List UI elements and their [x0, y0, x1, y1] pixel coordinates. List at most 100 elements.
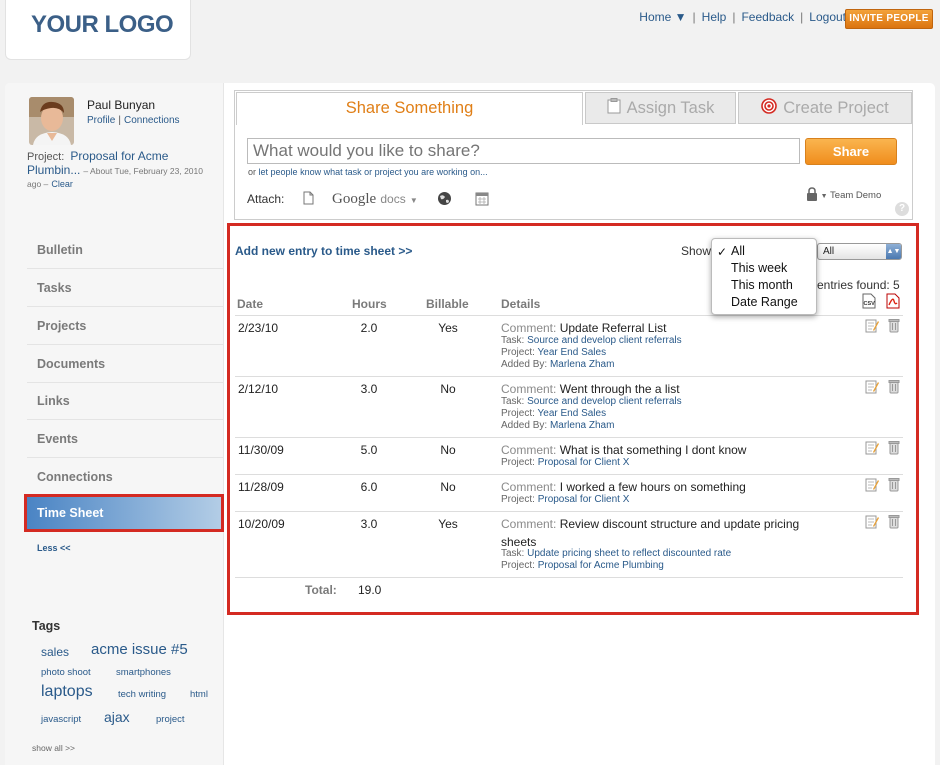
comment-text: Review discount structure and update pri… [559, 517, 800, 531]
sidebar-item-tasks[interactable]: Tasks [27, 270, 223, 307]
trash-icon[interactable] [888, 319, 900, 337]
edit-icon[interactable] [865, 478, 879, 496]
project-link[interactable]: Year End Sales [538, 408, 607, 419]
nav-help[interactable]: Help [702, 10, 727, 24]
tag-sales[interactable]: sales [41, 645, 69, 659]
nav-logout[interactable]: Logout [809, 10, 846, 24]
google-docs-button[interactable]: Google docs ▼ [332, 190, 418, 208]
task-label: Task: [501, 548, 525, 559]
sidebar-item-connections[interactable]: Connections [27, 459, 223, 496]
tab-create-project-label: Create Project [783, 99, 889, 117]
globe-icon[interactable] [437, 191, 452, 211]
row-hours: 3.0 [360, 517, 378, 531]
add-entry-link[interactable]: Add new entry to time sheet >> [235, 244, 412, 258]
trash-icon[interactable] [888, 478, 900, 496]
tag-laptops[interactable]: laptops [41, 683, 93, 701]
sidebar-item-time-sheet[interactable]: Time Sheet [27, 497, 221, 529]
project-link[interactable]: Proposal for Client X [538, 494, 630, 505]
dropdown-option-this-month[interactable]: This month [731, 278, 793, 292]
col-date[interactable]: Date [237, 297, 263, 311]
share-input[interactable] [247, 138, 800, 164]
help-icon[interactable]: ? [895, 202, 909, 216]
edit-icon[interactable] [865, 441, 879, 459]
calendar-icon[interactable] [475, 191, 489, 211]
sidebar-item-documents[interactable]: Documents [27, 346, 223, 383]
task-link[interactable]: Update pricing sheet to reflect discount… [527, 548, 731, 559]
comment-label: Comment: [501, 382, 557, 396]
row-task: Task: Source and develop client referral… [501, 335, 682, 346]
task-link[interactable]: Source and develop client referrals [527, 396, 682, 407]
dropdown-option-date-range[interactable]: Date Range [731, 295, 798, 309]
trash-icon[interactable] [888, 515, 900, 533]
row-task: Task: Source and develop client referral… [501, 396, 682, 407]
project-label: Project: [501, 494, 535, 505]
tag-ajax[interactable]: ajax [104, 709, 130, 725]
dropdown-option-all[interactable]: All [731, 244, 745, 258]
tag-photo-shoot[interactable]: photo shoot [41, 667, 91, 678]
dropdown-option-this-week[interactable]: This week [731, 261, 787, 275]
col-hours[interactable]: Hours [352, 297, 387, 311]
added-by-link[interactable]: Marlena Zham [550, 420, 614, 431]
edit-icon[interactable] [865, 319, 879, 337]
col-billable[interactable]: Billable [426, 297, 469, 311]
tab-share-something[interactable]: Share Something [236, 92, 583, 125]
trash-icon[interactable] [888, 441, 900, 459]
sidebar-item-events[interactable]: Events [27, 421, 223, 458]
current-project: Project: Proposal for Acme Plumbin... – … [27, 150, 217, 191]
period-select[interactable]: All ▲▼ [817, 243, 902, 260]
chevron-down-icon: ▼ [820, 193, 828, 201]
sidebar-item-links[interactable]: Links [27, 383, 223, 420]
invite-people-button[interactable]: INVITE PEOPLE [845, 9, 933, 29]
edit-icon[interactable] [865, 515, 879, 533]
assign-hint: or let people know what task or project … [248, 167, 488, 177]
comment-label: Comment: [501, 480, 557, 494]
share-button[interactable]: Share [805, 138, 897, 165]
comment-label: Comment: [501, 321, 557, 335]
tag-acme-issue[interactable]: acme issue #5 [91, 641, 188, 658]
tag-html[interactable]: html [190, 689, 208, 700]
period-select-value: All [823, 246, 835, 257]
assign-hint-link[interactable]: let people know what task or project you… [259, 167, 488, 177]
col-details[interactable]: Details [501, 297, 540, 311]
document-icon[interactable] [303, 191, 314, 210]
avatar[interactable] [29, 97, 74, 145]
edit-icon[interactable] [865, 380, 879, 398]
show-all-tags-link[interactable]: show all >> [32, 743, 75, 753]
trash-icon[interactable] [888, 380, 900, 398]
project-link[interactable]: Proposal for Client X [538, 457, 630, 468]
sidebar-item-projects[interactable]: Projects [27, 308, 223, 345]
row-date: 10/20/09 [238, 517, 285, 531]
task-link[interactable]: Source and develop client referrals [527, 335, 682, 346]
clear-project-link[interactable]: Clear [51, 179, 73, 189]
project-label: Project: [501, 560, 535, 571]
row-task: Task: Update pricing sheet to reflect di… [501, 548, 731, 559]
row-divider [235, 315, 903, 316]
logo[interactable]: YOUR LOGO [31, 11, 174, 39]
profile-link[interactable]: Profile [87, 115, 115, 126]
csv-icon[interactable]: CSV [861, 293, 877, 314]
checkmark-icon: ✓ [717, 245, 728, 259]
team-label: Team Demo [830, 190, 882, 202]
tag-javascript[interactable]: javascript [41, 714, 81, 725]
task-icon [607, 94, 621, 124]
row-actions [865, 477, 900, 497]
tab-assign-task[interactable]: Assign Task [585, 92, 736, 124]
tag-project[interactable]: project [156, 714, 185, 725]
tag-tech-writing[interactable]: tech writing [118, 689, 166, 700]
project-link[interactable]: Proposal for Acme Plumbing [538, 560, 664, 571]
pdf-icon[interactable] [885, 293, 901, 314]
added-by-link[interactable]: Marlena Zham [550, 359, 614, 370]
tab-create-project[interactable]: Create Project [738, 92, 912, 124]
less-link[interactable]: Less << [37, 543, 71, 553]
row-billable: No [440, 443, 456, 457]
nav-feedback[interactable]: Feedback [741, 10, 794, 24]
total-label: Total: [305, 583, 337, 597]
project-link[interactable]: Year End Sales [538, 347, 607, 358]
sidebar-item-bulletin[interactable]: Bulletin [27, 232, 223, 269]
entries-found: entries found: 5 [817, 278, 900, 292]
comment-label: Comment: [501, 517, 557, 531]
connections-link[interactable]: Connections [124, 115, 180, 126]
visibility-selector[interactable]: ▼ Team Demo [806, 187, 881, 204]
nav-home[interactable]: Home ▼ [639, 10, 686, 24]
tag-smartphones[interactable]: smartphones [116, 667, 171, 678]
